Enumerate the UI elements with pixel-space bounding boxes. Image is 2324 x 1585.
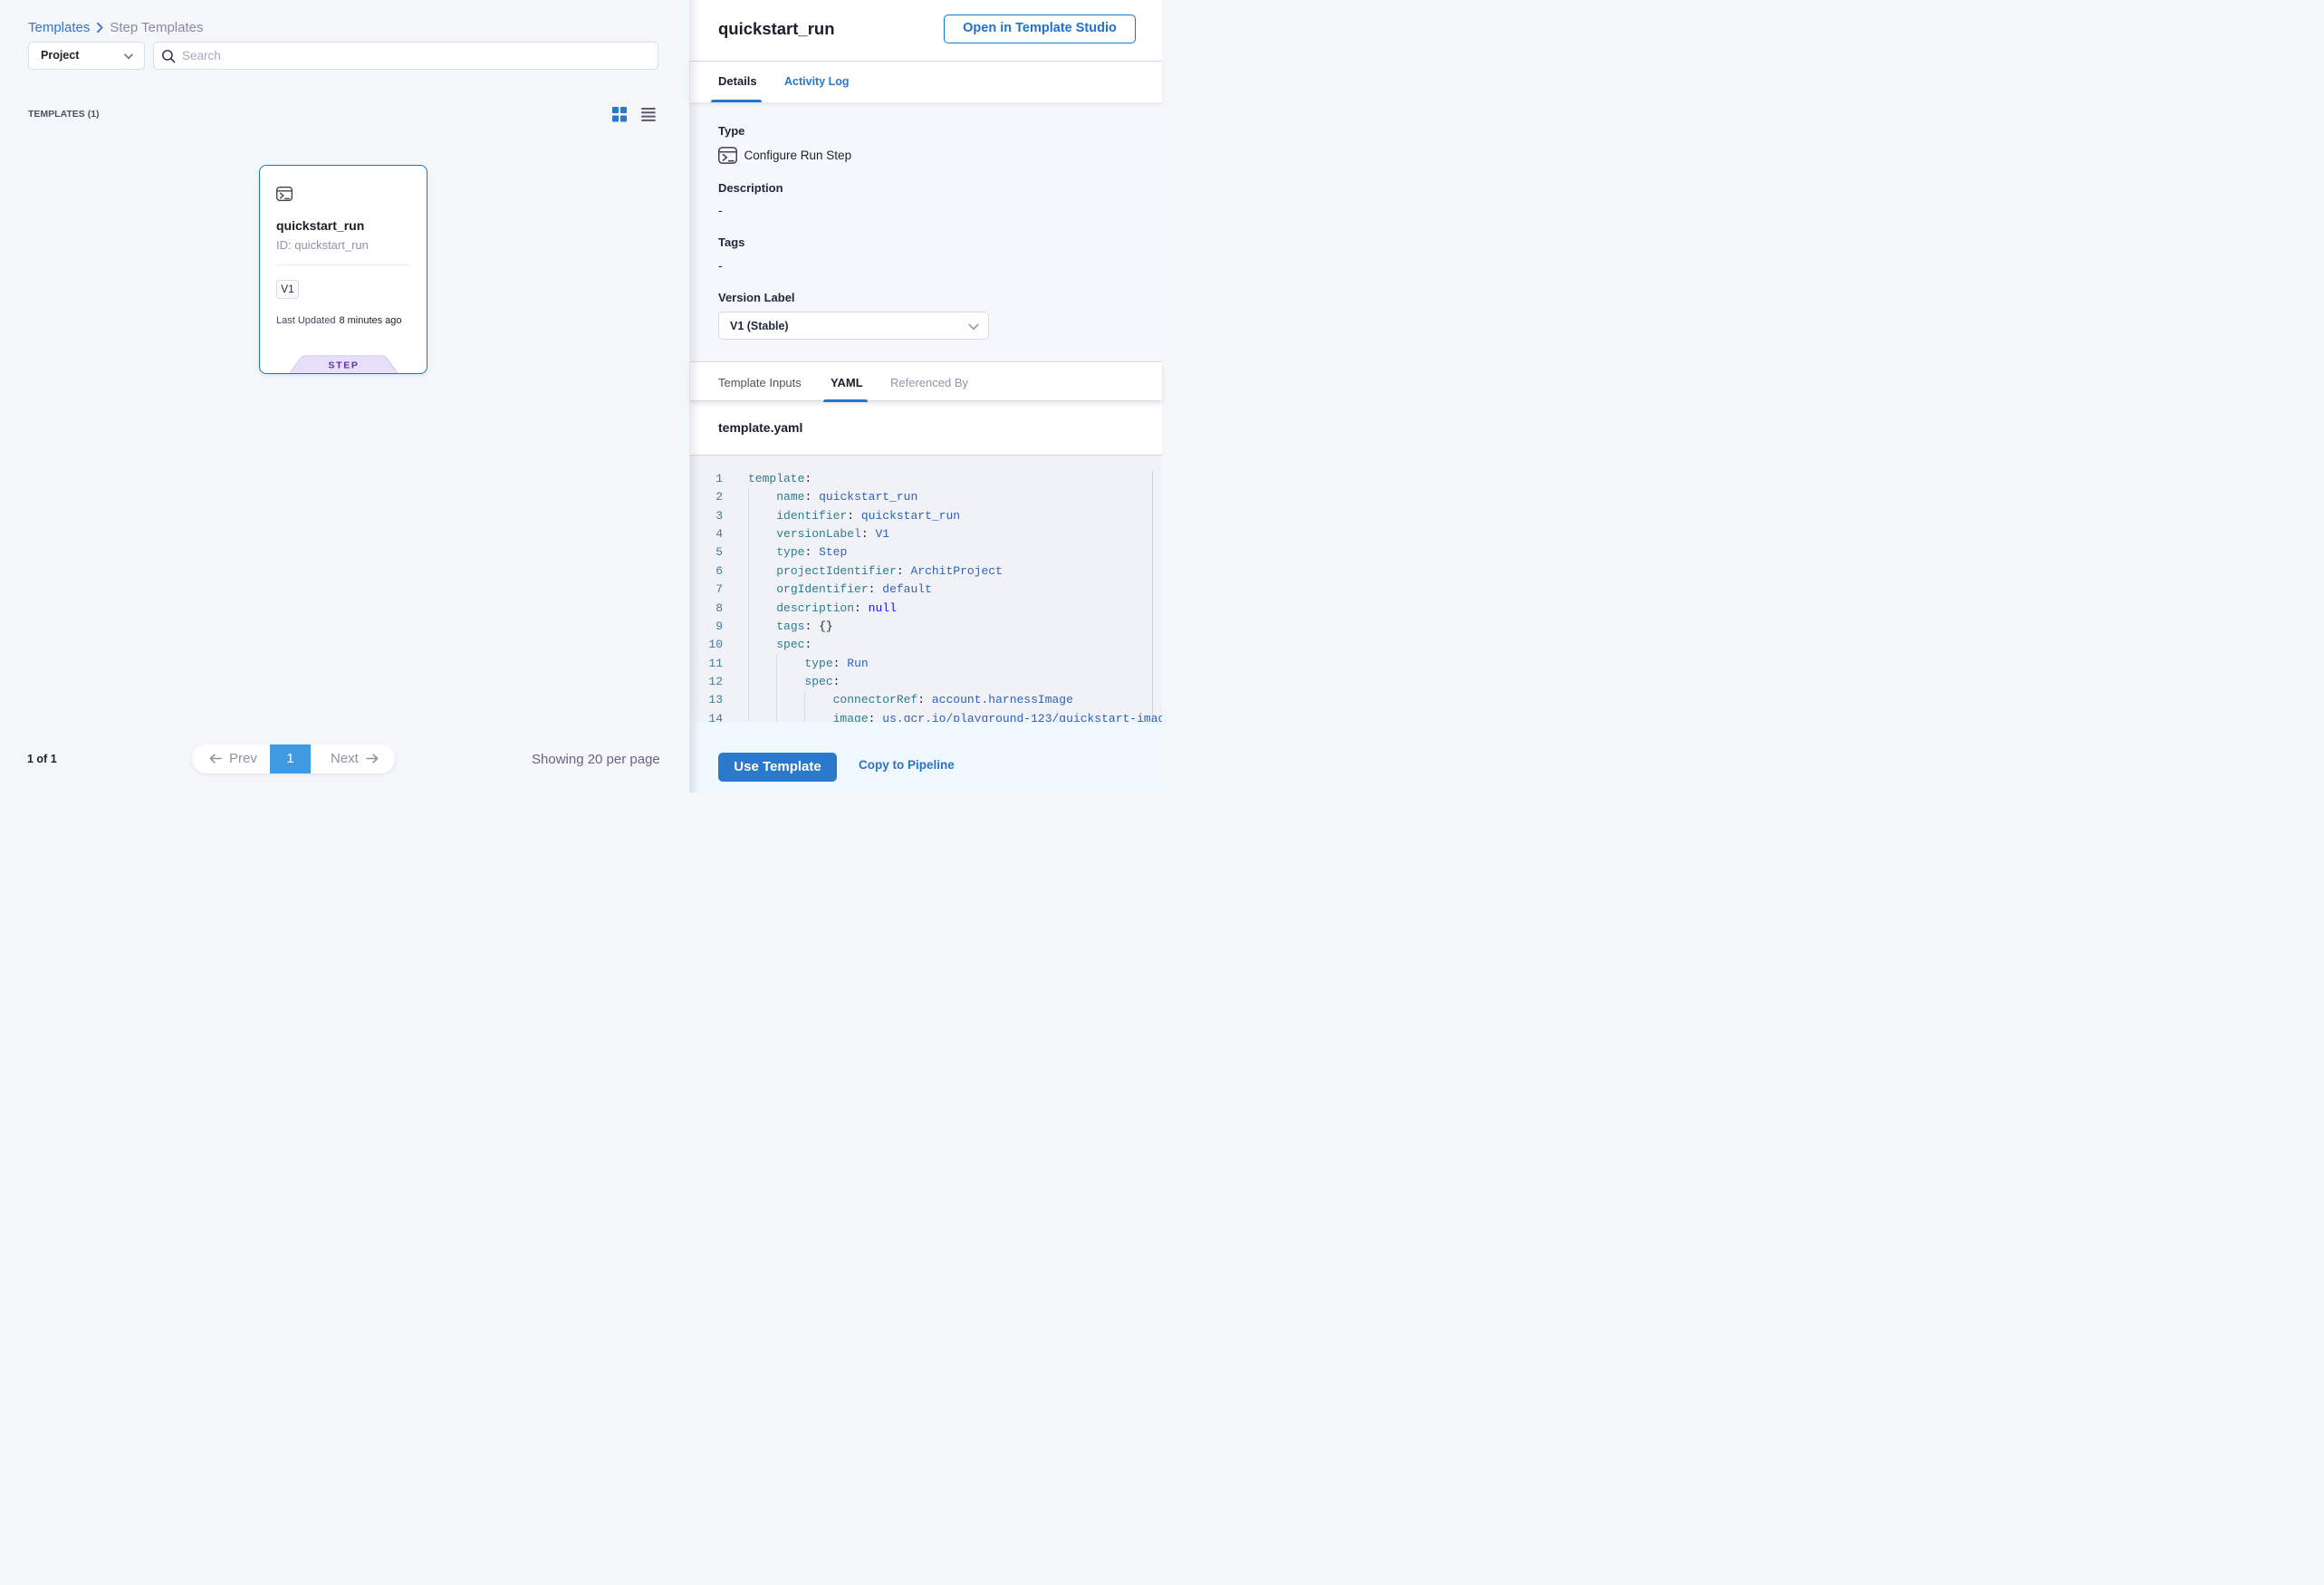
svg-text:STEP: STEP: [328, 360, 359, 370]
